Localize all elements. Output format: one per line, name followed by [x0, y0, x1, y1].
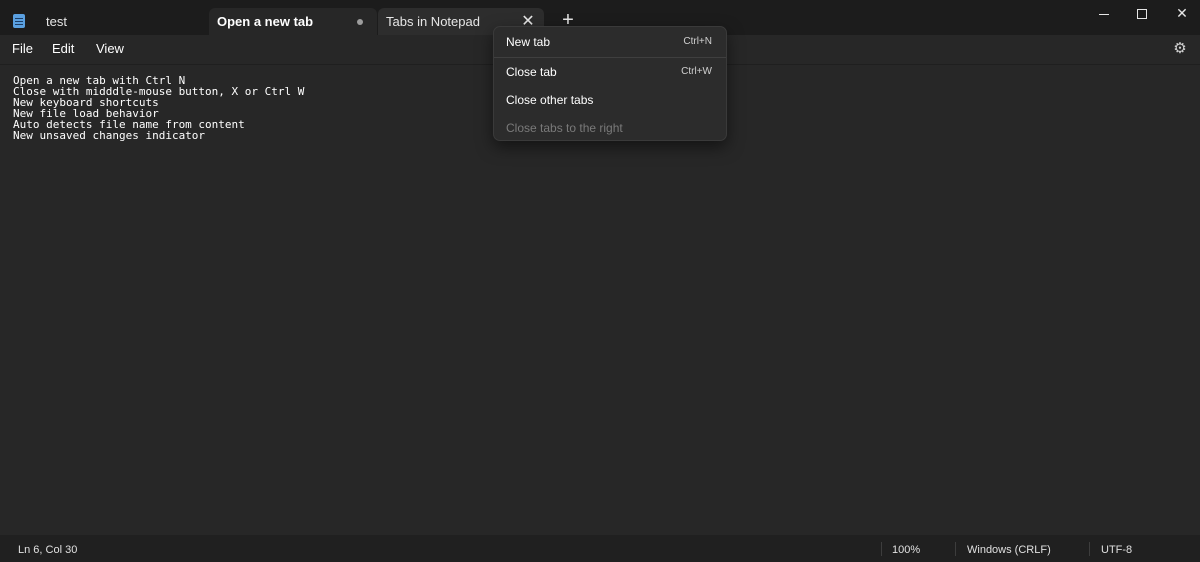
menu-item-label: Close tabs to the right — [506, 121, 623, 135]
maximize-icon — [1137, 9, 1147, 20]
encoding[interactable]: UTF-8 — [1101, 544, 1132, 556]
menu-edit[interactable]: Edit — [52, 41, 74, 56]
menu-item-label: Close tab — [506, 65, 557, 79]
zoom-level[interactable]: 100% — [892, 544, 920, 556]
status-divider — [881, 542, 882, 556]
line-ending[interactable]: Windows (CRLF) — [967, 544, 1051, 556]
menu-item-new-tab[interactable]: New tab Ctrl+N — [498, 29, 722, 55]
cursor-position: Ln 6, Col 30 — [18, 544, 78, 556]
maximize-button[interactable] — [1126, 3, 1158, 23]
menu-item-close-tab[interactable]: Close tab Ctrl+W — [498, 59, 722, 85]
minimize-icon — [1099, 13, 1109, 15]
tab-title: Open a new tab — [217, 14, 314, 29]
status-divider — [955, 542, 956, 556]
menu-item-close-tabs-to-the-right: Close tabs to the right — [498, 115, 722, 141]
unsaved-indicator-icon — [357, 19, 363, 25]
close-window-button[interactable]: ✕ — [1166, 3, 1198, 23]
notepad-icon — [13, 14, 25, 28]
tab-open-a-new-tab[interactable]: Open a new tab — [209, 8, 377, 35]
editor-content[interactable]: Open a new tab with Ctrl N Close with mi… — [13, 75, 304, 141]
tab-test[interactable]: test — [38, 8, 208, 35]
status-divider — [1089, 542, 1090, 556]
menu-item-close-other-tabs[interactable]: Close other tabs — [498, 87, 722, 113]
menu-view[interactable]: View — [96, 41, 124, 56]
gear-icon[interactable]: ⚙ — [1172, 41, 1188, 57]
tab-title: Tabs in Notepad — [386, 14, 480, 29]
menu-item-shortcut: Ctrl+N — [683, 36, 712, 47]
menu-item-label: Close other tabs — [506, 93, 594, 107]
menu-file[interactable]: File — [12, 41, 33, 56]
menu-separator — [494, 57, 726, 58]
notepad-window: test Open a new tab Tabs in Notepad ✕ + … — [0, 0, 1200, 562]
minimize-button[interactable] — [1088, 3, 1120, 23]
menu-item-label: New tab — [506, 35, 551, 49]
tab-title: test — [46, 14, 67, 29]
status-bar: Ln 6, Col 30 100% Windows (CRLF) UTF-8 — [0, 535, 1200, 562]
close-window-icon: ✕ — [1176, 5, 1188, 21]
tab-context-menu: New tab Ctrl+N Close tab Ctrl+W Close ot… — [493, 26, 727, 141]
menu-item-shortcut: Ctrl+W — [681, 66, 712, 77]
